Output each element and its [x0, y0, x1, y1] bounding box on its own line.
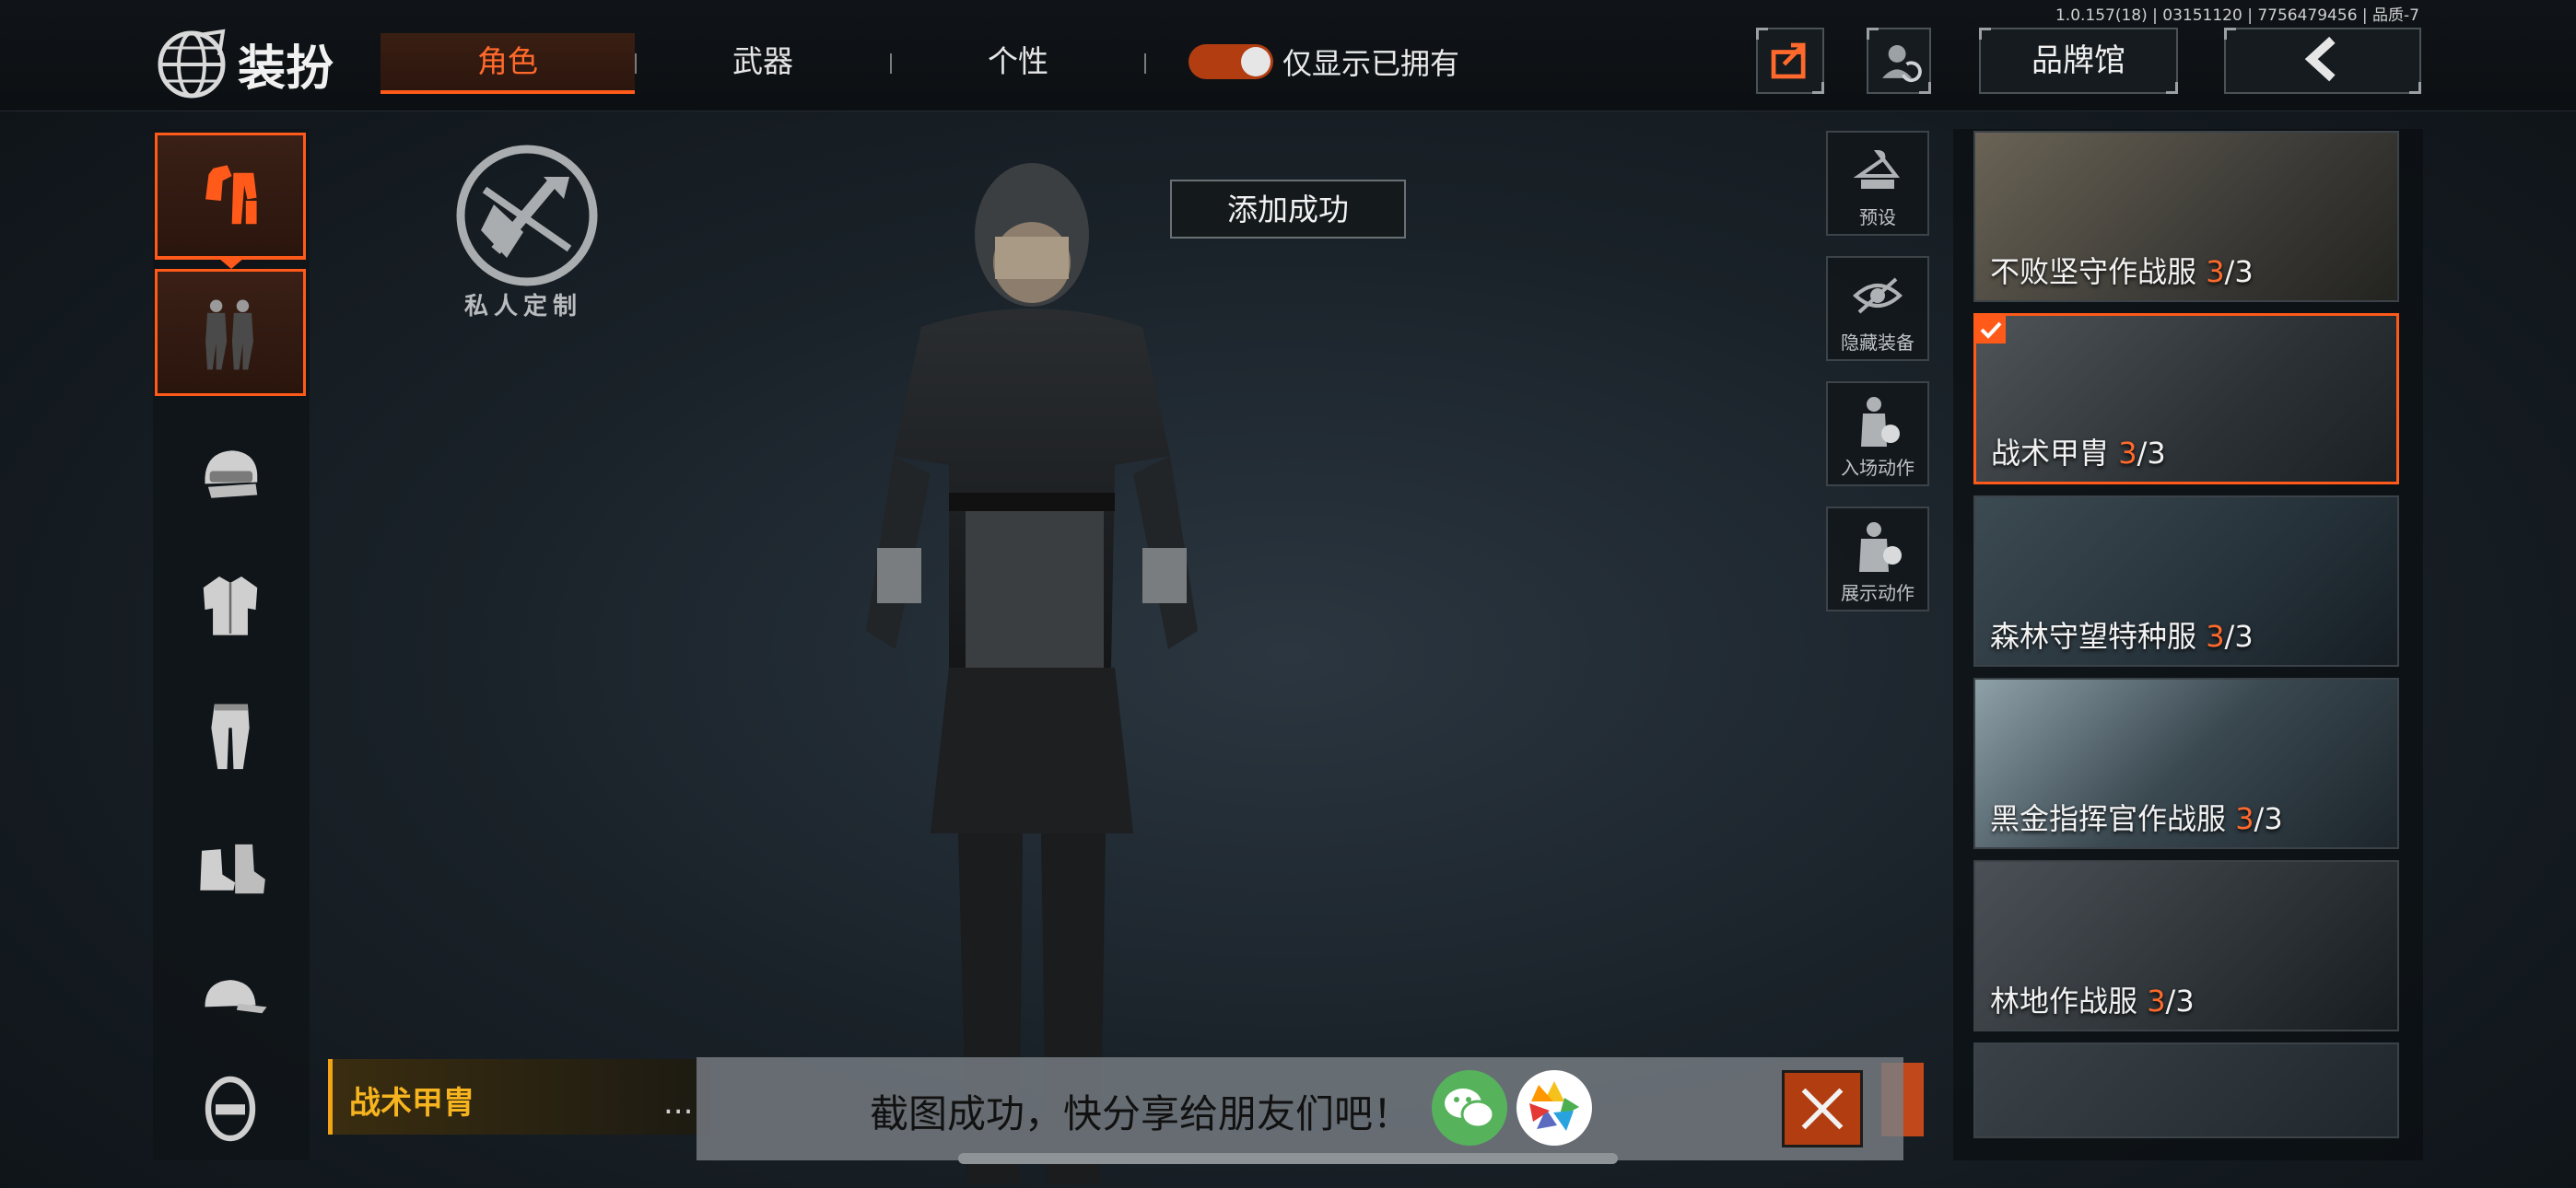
display-emote-button[interactable]: 展示动作 — [1826, 507, 1929, 611]
category-top[interactable] — [155, 542, 306, 669]
share-message: 截图成功，快分享给朋友们吧！ — [870, 1091, 1412, 1136]
cap-icon — [205, 980, 267, 1014]
category-outfit[interactable] — [155, 133, 306, 260]
outfit-card[interactable]: 森林守望特种服 3/3 — [1973, 495, 2399, 667]
category-pants[interactable] — [155, 672, 306, 799]
mask-icon — [205, 1076, 256, 1142]
outfit-card-selected[interactable]: 战术甲胄 3/3 — [1973, 313, 2399, 484]
preset-label: 预设 — [1859, 206, 1896, 228]
close-share-button[interactable] — [1782, 1070, 1863, 1147]
entrance-emote-label: 入场动作 — [1841, 457, 1914, 479]
brand-hall-label: 品牌馆 — [2032, 42, 2125, 79]
brand-hall-button[interactable]: 品牌馆 — [1979, 28, 2178, 94]
outfit-card-name: 林地作战服 3/3 — [1990, 984, 2195, 1019]
outfit-card-name: 战术甲胄 3/3 — [1991, 436, 2166, 471]
share-button[interactable] — [1756, 28, 1824, 94]
outfit-icon — [205, 164, 257, 224]
current-outfit-name: 战术甲胄 — [349, 1085, 474, 1122]
category-shoes[interactable] — [155, 803, 306, 930]
outfit-owned-count: 3 — [2206, 619, 2225, 654]
category-helmet[interactable] — [155, 411, 306, 538]
owned-only-label: 仅显示已拥有 — [1282, 46, 1460, 81]
appearance-button[interactable] — [1867, 28, 1931, 94]
wechat-share-button[interactable] — [1432, 1070, 1507, 1146]
tab-personality[interactable]: 个性 — [891, 33, 1145, 90]
outfit-owned-count: 3 — [2206, 254, 2225, 289]
outfit-total-count: /3 — [2224, 254, 2254, 289]
hide-gear-button[interactable]: 隐藏装备 — [1826, 256, 1929, 361]
display-emote-icon — [1859, 522, 1902, 572]
outfit-total-count: /3 — [2254, 801, 2283, 836]
moments-aperture-icon — [1529, 1081, 1579, 1131]
entrance-emote-button[interactable]: 入场动作 — [1826, 381, 1929, 486]
tab-divider — [1144, 53, 1146, 74]
full-suit-icon — [205, 299, 253, 370]
outfit-card[interactable]: 黑金指挥官作战服 3/3 — [1973, 678, 2399, 849]
person-refresh-icon — [1882, 45, 1922, 83]
private-custom-label: 私人定制 — [464, 293, 583, 320]
private-custom-emblem-icon[interactable] — [451, 140, 603, 291]
outfit-owned-count: 3 — [2235, 801, 2254, 836]
globe-logo-icon — [158, 29, 226, 99]
outfit-total-count: /3 — [2137, 436, 2166, 471]
outfit-card[interactable]: 林地作战服 3/3 — [1973, 860, 2399, 1031]
outfit-owned-count: 3 — [2118, 436, 2137, 471]
category-hat[interactable] — [155, 934, 306, 1061]
owned-only-toggle[interactable] — [1188, 44, 1273, 79]
category-mask[interactable] — [155, 1057, 306, 1160]
outfit-total-count: /3 — [2224, 619, 2254, 654]
selected-check-icon — [1976, 316, 2006, 344]
home-indicator[interactable] — [958, 1153, 1618, 1164]
entrance-emote-icon — [1861, 397, 1900, 447]
back-button[interactable] — [2224, 28, 2421, 94]
outfit-card-name: 不败坚守作战服 3/3 — [1990, 254, 2254, 289]
helmet-icon — [205, 450, 258, 498]
screenshot-share-bar: 截图成功，快分享给朋友们吧！ — [697, 1057, 1903, 1160]
tab-weapon[interactable]: 武器 — [636, 33, 890, 90]
shirt-icon — [203, 577, 258, 635]
hanger-icon — [1853, 149, 1901, 189]
share-icon — [1771, 42, 1806, 79]
boots-icon — [200, 844, 265, 894]
pants-icon — [211, 704, 250, 770]
more-icon[interactable]: ... — [663, 1085, 693, 1122]
hide-gear-label: 隐藏装备 — [1841, 332, 1914, 354]
toggle-knob — [1241, 47, 1270, 76]
moments-share-button[interactable] — [1516, 1070, 1592, 1146]
tab-character[interactable]: 角色 — [381, 33, 635, 94]
current-outfit-bar: 战术甲胄 — [328, 1059, 710, 1135]
outfit-card-name: 黑金指挥官作战服 3/3 — [1990, 801, 2283, 836]
outfit-card-name: 森林守望特种服 3/3 — [1990, 619, 2254, 654]
category-full-suit[interactable] — [155, 269, 306, 396]
version-info: 1.0.157(18) | 03151120 | 7756479456 | 品质… — [2055, 6, 2419, 25]
outfit-card[interactable] — [1973, 1042, 2399, 1138]
outfit-total-count: /3 — [2165, 984, 2195, 1019]
page-title: 装扮 — [238, 41, 334, 97]
back-chevron-icon — [2304, 36, 2336, 82]
outfit-owned-count: 3 — [2147, 984, 2166, 1019]
outfit-card[interactable]: 不败坚守作战服 3/3 — [1973, 131, 2399, 302]
character-model[interactable] — [811, 152, 1244, 1183]
close-icon — [1801, 1088, 1844, 1130]
hide-eye-icon — [1853, 277, 1903, 314]
wechat-icon — [1445, 1089, 1495, 1129]
preset-button[interactable]: 预设 — [1826, 131, 1929, 236]
selected-indicator-arrow — [218, 258, 244, 269]
display-emote-label: 展示动作 — [1841, 582, 1914, 604]
